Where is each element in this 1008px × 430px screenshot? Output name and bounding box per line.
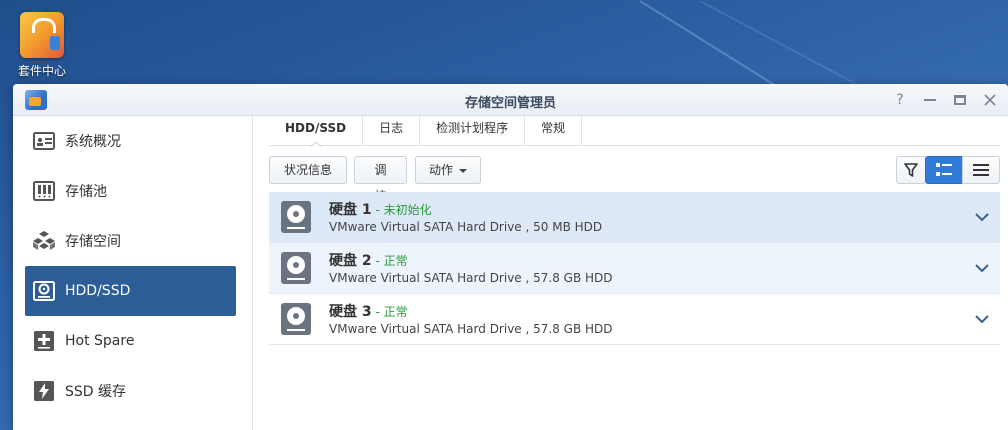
tab-bar: HDD/SSD 日志 检测计划程序 常规 xyxy=(269,116,1000,148)
disk-status: - 正常 xyxy=(371,254,408,268)
chevron-down-icon[interactable] xyxy=(974,261,990,275)
compact-list-icon xyxy=(973,164,989,176)
tab-general[interactable]: 常规 xyxy=(525,116,583,146)
disk-list: 硬盘 1 - 未初始化 VMware Virtual SATA Hard Dri… xyxy=(269,192,1000,345)
detail-list-icon xyxy=(936,163,952,176)
close-button[interactable] xyxy=(980,90,1000,110)
sidebar-item-label: 存储池 xyxy=(65,184,107,200)
sidebar-item-storage-pool[interactable]: 存储池 xyxy=(13,166,252,216)
disk-row-1[interactable]: 硬盘 1 - 未初始化 VMware Virtual SATA Hard Dri… xyxy=(269,192,1000,243)
hard-disk-icon xyxy=(281,252,311,284)
sidebar-item-ssd-cache[interactable]: SSD 缓存 xyxy=(13,366,252,416)
window-titlebar[interactable]: 存储空间管理员 ? xyxy=(13,84,1008,116)
overview-icon xyxy=(33,130,55,152)
desktop-icon-package-center[interactable]: 套件中心 xyxy=(12,8,72,79)
disk-row-2[interactable]: 硬盘 2 - 正常 VMware Virtual SATA Hard Drive… xyxy=(269,243,1000,294)
maximize-icon xyxy=(954,95,966,105)
tab-hdd-ssd[interactable]: HDD/SSD xyxy=(269,116,364,148)
disk-row-3[interactable]: 硬盘 3 - 正常 VMware Virtual SATA Hard Drive… xyxy=(269,294,1000,345)
sidebar-item-hot-spare[interactable]: Hot Spare xyxy=(13,316,252,366)
ssd-cache-icon xyxy=(33,380,55,402)
help-button[interactable]: ? xyxy=(890,90,910,110)
disk-name: 硬盘 2 xyxy=(329,253,372,269)
status-info-button[interactable]: 状况信息 xyxy=(269,156,347,184)
desktop-icon-label: 套件中心 xyxy=(17,64,66,78)
sidebar: 系统概况 存储池 存储空间 HDD/SSD Hot Spare SSD 缓存 xyxy=(13,116,253,430)
window-title: 存储空间管理员 xyxy=(464,96,556,111)
volume-icon xyxy=(33,230,55,252)
minimize-icon xyxy=(924,99,936,101)
help-icon: ? xyxy=(896,92,904,108)
sidebar-item-label: 系统概况 xyxy=(65,134,121,150)
storage-pool-icon xyxy=(33,180,55,202)
hard-disk-icon xyxy=(281,201,311,233)
list-compact-view-button[interactable] xyxy=(962,156,1000,184)
disk-status: - 未初始化 xyxy=(371,203,432,217)
disk-status: - 正常 xyxy=(371,305,408,319)
sidebar-item-label: SSD 缓存 xyxy=(65,384,127,400)
disk-description: VMware Virtual SATA Hard Drive , 57.8 GB… xyxy=(329,322,613,336)
filter-button[interactable] xyxy=(896,156,926,184)
hdd-icon xyxy=(33,280,55,302)
sidebar-item-label: HDD/SSD xyxy=(65,283,131,299)
sidebar-item-hdd-ssd[interactable]: HDD/SSD xyxy=(25,266,236,316)
close-icon xyxy=(984,94,996,106)
disk-name: 硬盘 3 xyxy=(329,304,372,320)
sidebar-item-label: 存储空间 xyxy=(65,234,121,250)
disk-description: VMware Virtual SATA Hard Drive , 50 MB H… xyxy=(329,220,603,234)
chevron-down-icon[interactable] xyxy=(974,312,990,326)
chevron-down-icon[interactable] xyxy=(974,210,990,224)
hot-spare-icon xyxy=(33,330,55,352)
toolbar: 状况信息 调校 动作 xyxy=(269,156,1000,203)
calibrate-button[interactable]: 调校 xyxy=(354,156,407,203)
sidebar-item-label: Hot Spare xyxy=(65,333,135,349)
sidebar-item-volume[interactable]: 存储空间 xyxy=(13,216,252,266)
storage-manager-window: 存储空间管理员 ? 系统概况 存储池 存储空间 HDD/SSD Hot Spar… xyxy=(13,84,1008,430)
hard-disk-icon xyxy=(281,303,311,335)
disk-name: 硬盘 1 xyxy=(329,202,372,218)
action-dropdown-button[interactable]: 动作 xyxy=(415,156,481,184)
action-button-label: 动作 xyxy=(428,163,453,177)
chevron-down-icon xyxy=(459,168,467,173)
tab-test-scheduler[interactable]: 检测计划程序 xyxy=(420,116,526,146)
filter-icon xyxy=(904,163,918,177)
sidebar-item-overview[interactable]: 系统概况 xyxy=(13,116,252,166)
disk-description: VMware Virtual SATA Hard Drive , 57.8 GB… xyxy=(329,271,613,285)
tab-log[interactable]: 日志 xyxy=(363,116,421,146)
maximize-button[interactable] xyxy=(950,90,970,110)
list-detail-view-button[interactable] xyxy=(925,156,963,184)
minimize-button[interactable] xyxy=(920,90,940,110)
main-panel: HDD/SSD 日志 检测计划程序 常规 状况信息 调校 动作 硬 xyxy=(254,116,1008,430)
package-center-icon xyxy=(20,12,64,58)
